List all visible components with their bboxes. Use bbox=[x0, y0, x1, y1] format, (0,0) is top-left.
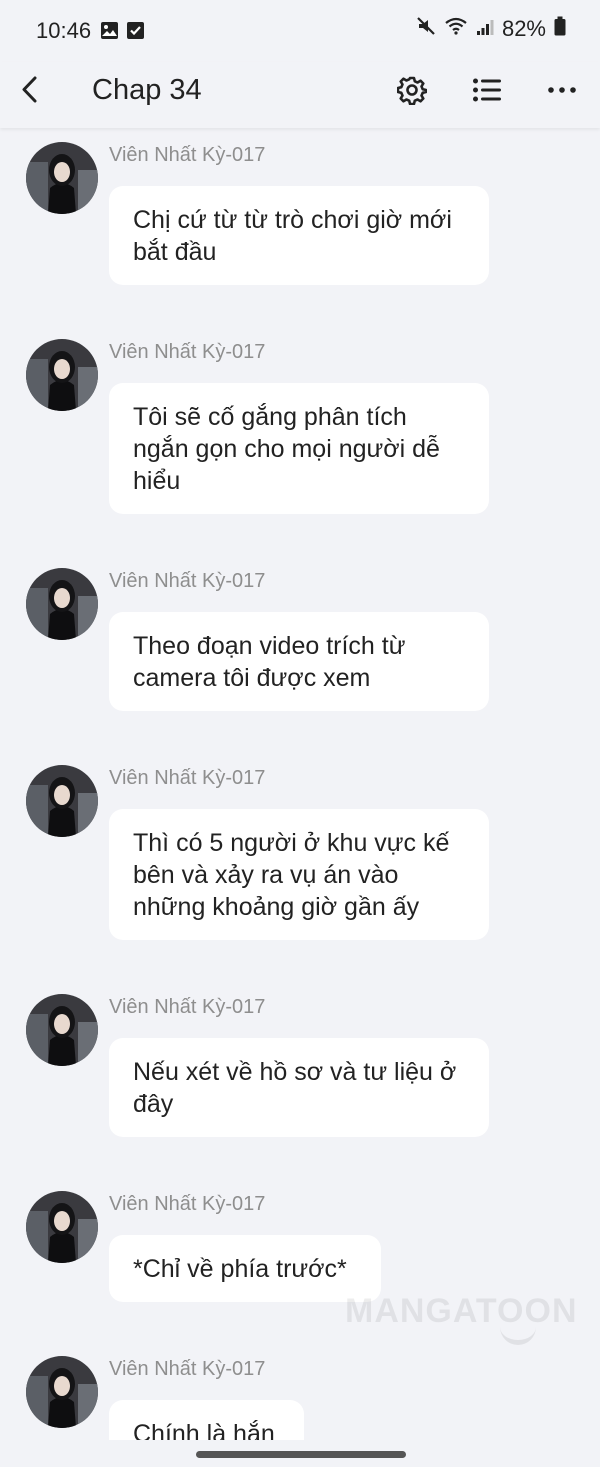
avatar[interactable] bbox=[26, 765, 98, 837]
home-gesture-bar[interactable] bbox=[196, 1451, 406, 1458]
sender-name: Viên Nhất Kỳ-017 bbox=[109, 144, 266, 166]
sender-name: Viên Nhất Kỳ-017 bbox=[109, 996, 266, 1018]
battery-level: 82% bbox=[501, 16, 546, 41]
avatar[interactable] bbox=[26, 339, 98, 411]
sender-name: Viên Nhất Kỳ-017 bbox=[109, 767, 266, 789]
status-time: 10:46 bbox=[36, 18, 92, 43]
message-bubble: Chị cứ từ từ trò chơi giờ mới bắt đầu bbox=[109, 186, 489, 285]
sender-name: Viên Nhất Kỳ-017 bbox=[109, 570, 266, 592]
chapter-list-button[interactable] bbox=[467, 70, 507, 110]
message-bubble: *Chỉ về phía trước* bbox=[109, 1235, 381, 1302]
watermark-logo: MANGATOON bbox=[345, 1292, 578, 1330]
settings-button[interactable] bbox=[392, 70, 432, 110]
wifi-icon bbox=[444, 16, 468, 42]
checkbox-icon bbox=[126, 21, 145, 45]
sender-name: Viên Nhất Kỳ-017 bbox=[109, 1193, 266, 1215]
signal-icon bbox=[476, 16, 494, 42]
message-bubble: Theo đoạn video trích từ camera tôi được… bbox=[109, 612, 489, 711]
avatar[interactable] bbox=[26, 1356, 98, 1428]
avatar[interactable] bbox=[26, 142, 98, 214]
list-icon bbox=[473, 78, 501, 102]
message-bubble: Nếu xét về hồ sơ và tư liệu ở đây bbox=[109, 1038, 489, 1137]
avatar[interactable] bbox=[26, 568, 98, 640]
top-nav-bar: Chap 34 bbox=[0, 62, 600, 128]
avatar[interactable] bbox=[26, 994, 98, 1066]
settings-gear-icon bbox=[397, 76, 427, 105]
status-bar: 10:46 82% bbox=[0, 0, 600, 62]
chapter-title: Chap 34 bbox=[92, 74, 202, 106]
back-button[interactable] bbox=[14, 72, 46, 108]
mute-icon bbox=[416, 16, 436, 42]
battery-icon bbox=[554, 16, 566, 42]
back-arrow-icon bbox=[22, 76, 37, 103]
gallery-icon bbox=[100, 21, 119, 45]
chat-area[interactable]: Viên Nhất Kỳ-017 Chị cứ từ từ trò chơi g… bbox=[0, 128, 600, 1440]
message-bubble: Tôi sẽ cố gắng phân tích ngắn gọn cho mọ… bbox=[109, 383, 489, 514]
status-right-group: 82% bbox=[416, 16, 566, 42]
avatar[interactable] bbox=[26, 1191, 98, 1263]
more-options-button[interactable] bbox=[542, 70, 582, 110]
message-bubble: Chính là hắn bbox=[109, 1400, 304, 1440]
sender-name: Viên Nhất Kỳ-017 bbox=[109, 1358, 266, 1380]
more-dots-icon bbox=[548, 87, 576, 93]
message-bubble: Thì có 5 người ở khu vực kế bên và xảy r… bbox=[109, 809, 489, 940]
sender-name: Viên Nhất Kỳ-017 bbox=[109, 341, 266, 363]
